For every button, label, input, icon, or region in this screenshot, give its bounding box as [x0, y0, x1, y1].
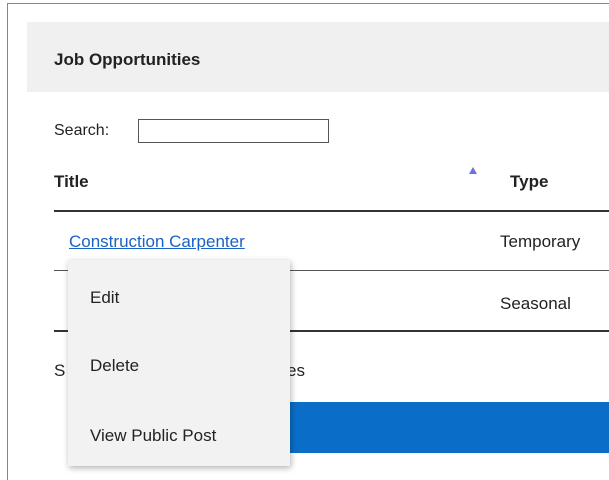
table-info-text: S	[54, 361, 66, 380]
search-input[interactable]	[138, 119, 329, 143]
job-type-cell: Temporary	[500, 232, 581, 251]
panel-title: Job Opportunities	[54, 50, 201, 69]
job-type-cell: Seasonal	[500, 294, 571, 313]
context-menu: Edit Delete View Public Post	[68, 260, 290, 466]
menu-item-delete[interactable]: Delete	[90, 356, 139, 376]
job-title-link[interactable]: Construction Carpenter	[69, 232, 245, 252]
table-header-divider	[54, 210, 609, 212]
column-header-type[interactable]: Type	[510, 172, 548, 192]
search-label: Search:	[54, 122, 110, 139]
sort-ascending-icon[interactable]	[469, 167, 477, 174]
column-header-title[interactable]: Title	[54, 172, 89, 192]
menu-item-edit[interactable]: Edit	[90, 288, 119, 308]
menu-item-view-public-post[interactable]: View Public Post	[90, 426, 216, 446]
